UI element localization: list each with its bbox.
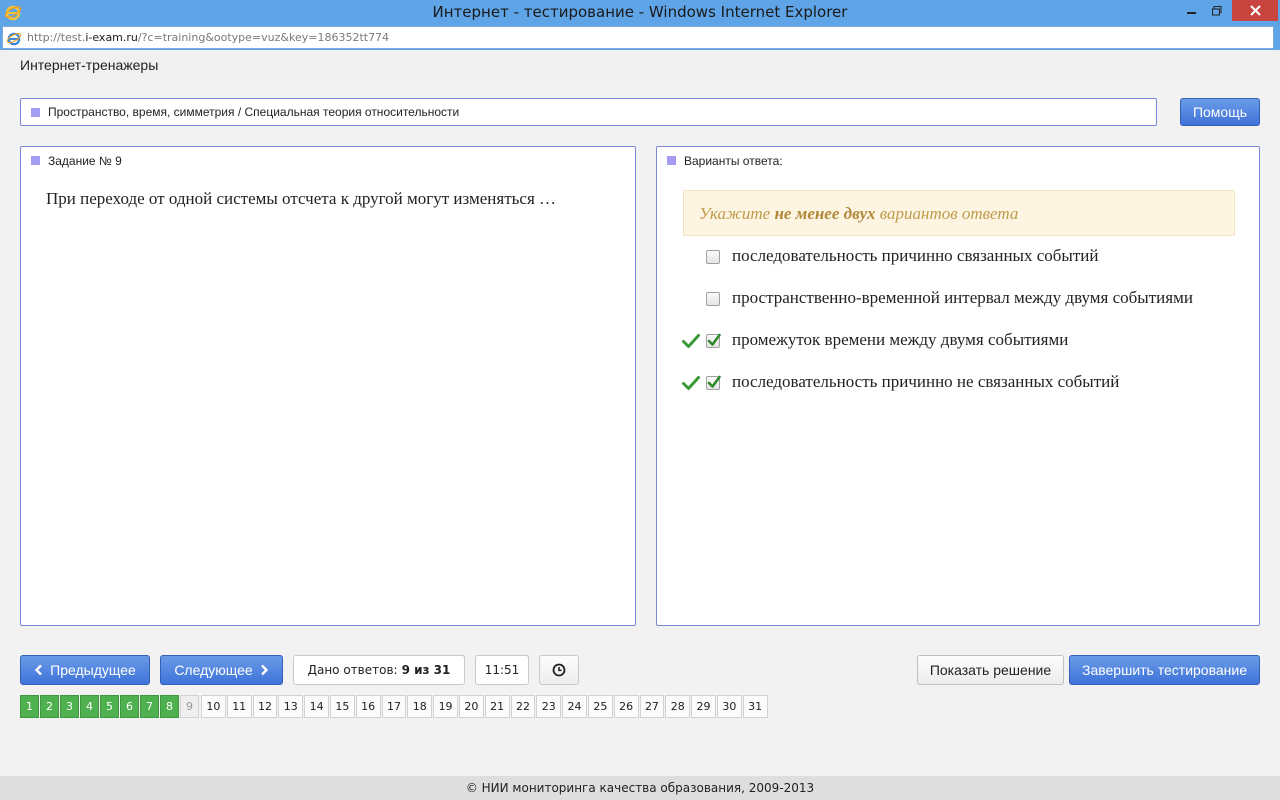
answers-counter: Дано ответов: 9 из 31 <box>293 655 465 685</box>
prev-button[interactable]: Предыдущее <box>20 655 150 685</box>
minimize-button[interactable] <box>1180 0 1204 21</box>
checked-icon <box>707 333 721 346</box>
show-solution-button[interactable]: Показать решение <box>917 655 1064 685</box>
restore-button[interactable] <box>1205 0 1229 21</box>
answers-panel: Варианты ответа: Укажите не менее двух в… <box>656 146 1260 626</box>
window-title: Интернет - тестирование - Windows Intern… <box>432 3 848 21</box>
url-text: http://test.i-exam.ru/?c=training&ootype… <box>27 31 390 44</box>
answer-option[interactable]: последовательность причинно не связанных… <box>657 370 1257 400</box>
pager-item[interactable]: 29 <box>691 695 716 718</box>
restore-icon <box>1212 5 1222 15</box>
pager-item[interactable]: 15 <box>329 695 355 718</box>
answer-label[interactable]: пространственно-временной интервал между… <box>732 288 1193 308</box>
help-button[interactable]: Помощь <box>1180 98 1260 126</box>
answer-checkbox[interactable] <box>706 250 720 264</box>
answer-option[interactable]: последовательность причинно связанных со… <box>657 244 1257 274</box>
close-icon <box>1249 5 1261 16</box>
pager-item[interactable]: 20 <box>458 695 484 718</box>
pager-item[interactable]: 4 <box>80 695 99 718</box>
answer-hint: Укажите не менее двух вариантов ответа <box>683 190 1235 236</box>
minimize-icon <box>1187 11 1196 14</box>
pager-item[interactable]: 21 <box>484 695 510 718</box>
close-button[interactable] <box>1232 0 1278 21</box>
topic-bar: Пространство, время, симметрия / Специал… <box>20 98 1157 126</box>
address-bar: http://test.i-exam.ru/?c=training&ootype… <box>0 25 1280 50</box>
next-button[interactable]: Следующее <box>160 655 283 685</box>
finish-test-button[interactable]: Завершить тестирование <box>1069 655 1260 685</box>
pager-item[interactable]: 1 <box>20 695 39 718</box>
pager-item[interactable]: 6 <box>120 695 139 718</box>
pager-item[interactable]: 18 <box>407 695 433 718</box>
question-text: При переходе от одной системы отсчета к … <box>46 189 557 208</box>
window-titlebar: Интернет - тестирование - Windows Intern… <box>0 0 1280 25</box>
pager-item[interactable]: 22 <box>510 695 536 718</box>
clock-button[interactable] <box>539 655 579 685</box>
next-label: Следующее <box>174 662 253 678</box>
pager-item[interactable]: 30 <box>716 695 742 718</box>
question-pager: 1 2 3 4 5 6 7 8 9 10 11 12 13 14 15 16 1… <box>20 695 769 719</box>
answers-counter-value: 9 из 31 <box>401 663 451 677</box>
chevron-right-icon <box>260 664 268 676</box>
answer-label[interactable]: последовательность причинно связанных со… <box>732 246 1098 266</box>
chevron-left-icon <box>34 664 43 676</box>
pager-item[interactable]: 17 <box>381 695 407 718</box>
pager-item[interactable]: 28 <box>665 695 691 718</box>
site-header: Интернет-тренажеры <box>0 50 1280 78</box>
task-panel: Задание № 9 При переходе от одной систем… <box>20 146 636 626</box>
task-title: Задание № 9 <box>48 154 122 168</box>
pager-item[interactable]: 2 <box>40 695 59 718</box>
pager-item[interactable]: 12 <box>252 695 278 718</box>
pager-item[interactable]: 3 <box>60 695 79 718</box>
pager-item[interactable]: 19 <box>433 695 458 718</box>
answer-option[interactable]: пространственно-временной интервал между… <box>657 286 1257 316</box>
pager-item[interactable]: 14 <box>304 695 329 718</box>
checked-icon <box>707 375 721 388</box>
checkmark-icon <box>682 334 700 348</box>
site-title: Интернет-тренажеры <box>20 57 159 73</box>
pager-item[interactable]: 27 <box>639 695 665 718</box>
marker-icon <box>667 156 676 165</box>
marker-icon <box>31 156 40 165</box>
answer-checkbox[interactable] <box>706 375 721 390</box>
pager-item[interactable]: 25 <box>587 695 613 718</box>
pager-item[interactable]: 11 <box>226 695 252 718</box>
pager-item[interactable]: 8 <box>160 695 179 718</box>
ie-icon <box>6 32 22 46</box>
pager-item[interactable]: 5 <box>100 695 119 718</box>
checkmark-icon <box>682 376 700 390</box>
answer-label[interactable]: последовательность причинно не связанных… <box>732 372 1119 392</box>
pager-item-current[interactable]: 9 <box>180 695 199 718</box>
timer: 11:51 <box>475 655 529 685</box>
pager-item[interactable]: 13 <box>278 695 304 718</box>
answer-option[interactable]: промежуток времени между двумя событиями <box>657 328 1257 358</box>
answers-counter-label: Дано ответов: <box>307 663 398 677</box>
clock-icon <box>552 663 566 677</box>
prev-label: Предыдущее <box>50 662 136 678</box>
pager-item[interactable]: 10 <box>201 695 226 718</box>
topic-text: Пространство, время, симметрия / Специал… <box>48 105 460 119</box>
answers-title: Варианты ответа: <box>684 154 783 168</box>
marker-icon <box>31 108 40 117</box>
pager-item[interactable]: 16 <box>355 695 381 718</box>
pager-item[interactable]: 24 <box>562 695 587 718</box>
url-field[interactable]: http://test.i-exam.ru/?c=training&ootype… <box>2 26 1274 49</box>
pager-item[interactable]: 31 <box>742 695 768 718</box>
answer-checkbox[interactable] <box>706 333 721 348</box>
answer-label[interactable]: промежуток времени между двумя событиями <box>732 330 1068 350</box>
pager-item[interactable]: 23 <box>536 695 562 718</box>
answer-checkbox[interactable] <box>706 292 720 306</box>
pager-item[interactable]: 7 <box>140 695 159 718</box>
footer: © НИИ мониторинга качества образования, … <box>0 776 1280 800</box>
pager-item[interactable]: 26 <box>613 695 639 718</box>
